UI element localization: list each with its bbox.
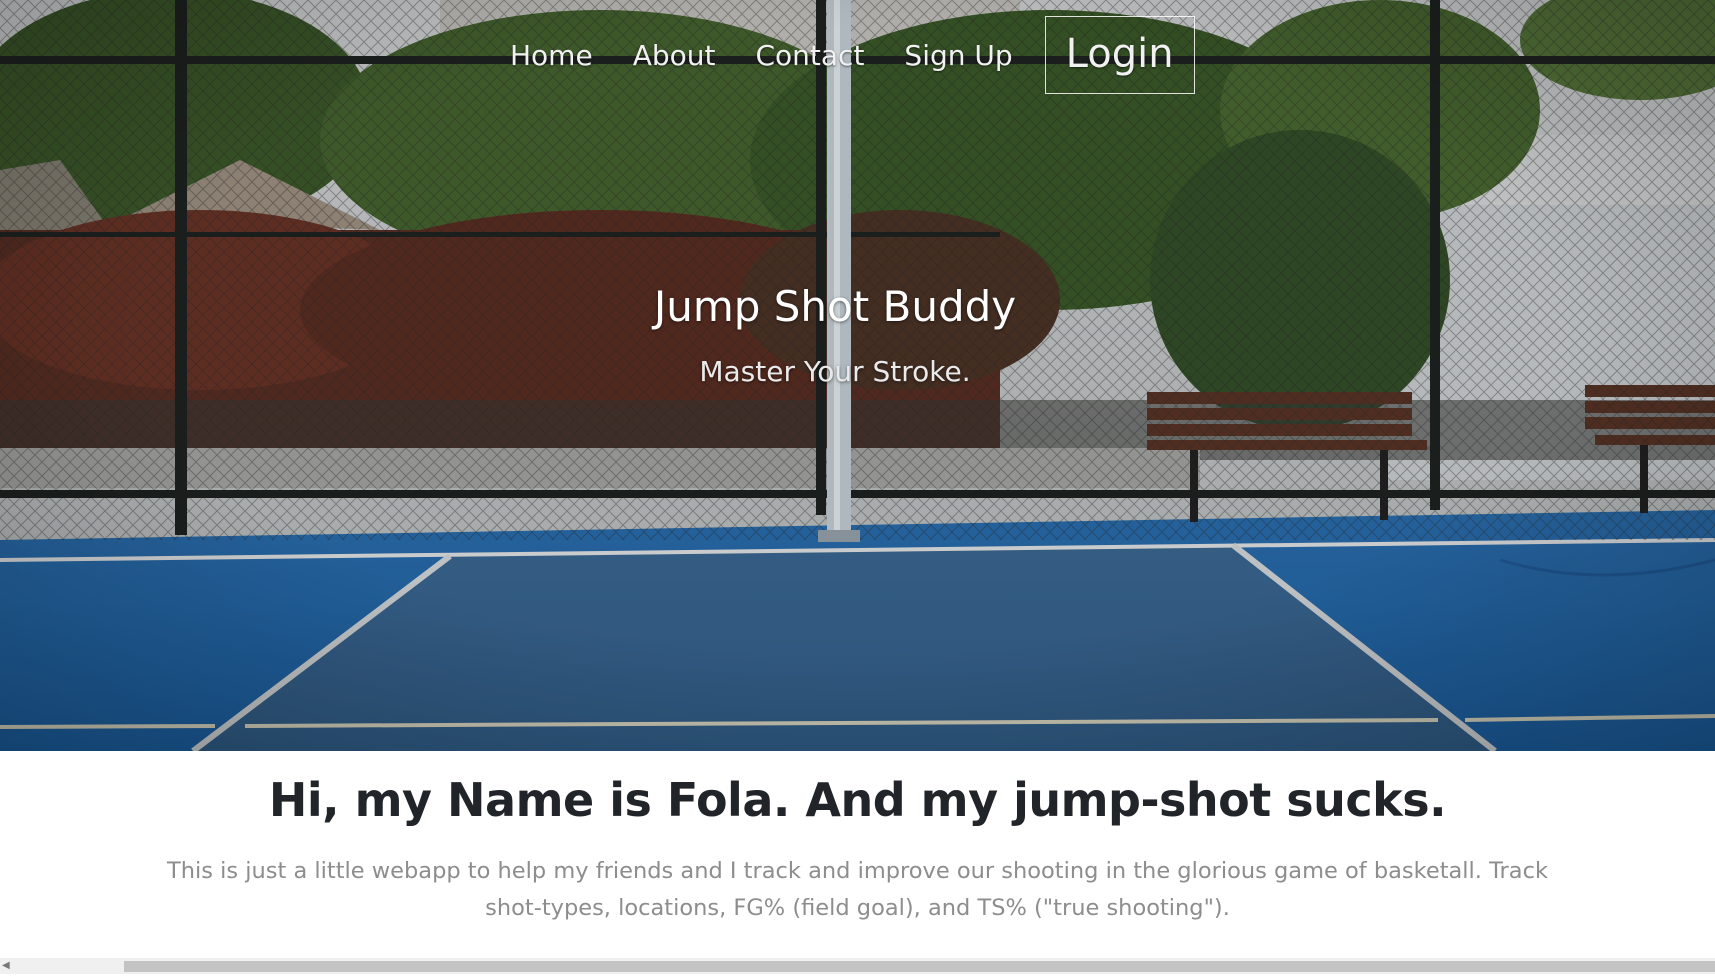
hero-subtitle: Master Your Stroke. (699, 355, 971, 388)
hero-title: Jump Shot Buddy (653, 282, 1017, 331)
scrollbar-thumb[interactable] (124, 961, 1715, 972)
intro-section: Hi, my Name is Fola. And my jump-shot su… (0, 751, 1715, 927)
nav-login-button[interactable]: Login (1044, 16, 1195, 94)
nav-about-link[interactable]: About (633, 39, 716, 72)
main-navigation: Home About Contact Sign Up Login (490, 10, 1215, 100)
nav-contact-link[interactable]: Contact (755, 39, 864, 72)
nav-home-link[interactable]: Home (510, 39, 593, 72)
intro-heading: Hi, my Name is Fola. And my jump-shot su… (268, 773, 1447, 827)
nav-signup-link[interactable]: Sign Up (904, 39, 1012, 72)
triangle-left-icon[interactable]: ◀ (2, 960, 10, 971)
horizontal-scrollbar[interactable]: ◀ (0, 958, 1715, 974)
hero-banner: Home About Contact Sign Up Login Jump Sh… (0, 0, 1715, 751)
intro-description: This is just a little webapp to help my … (166, 858, 1548, 921)
